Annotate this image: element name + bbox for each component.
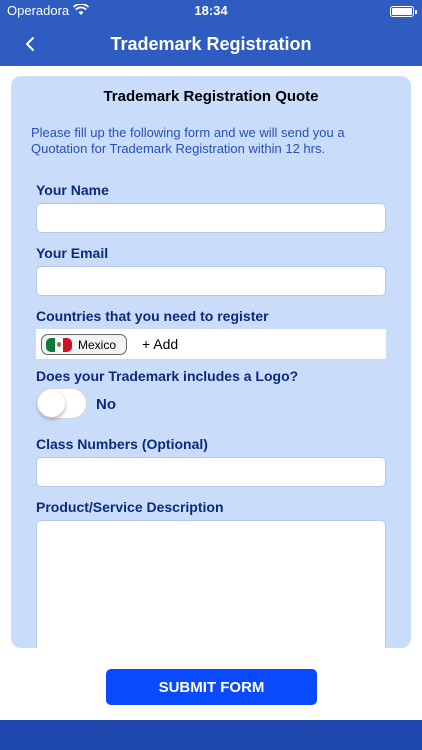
description-label: Product/Service Description (36, 499, 224, 515)
battery-icon (390, 6, 417, 17)
page-title: Trademark Registration (110, 34, 312, 54)
email-field-container (36, 266, 386, 296)
add-country-button[interactable]: + Add (142, 336, 178, 352)
country-chip-label: Mexico (78, 337, 117, 352)
logo-toggle-text: No (96, 396, 116, 413)
country-chip-mexico[interactable]: Mexico (41, 334, 127, 355)
name-input[interactable] (37, 204, 385, 232)
class-numbers-input[interactable] (37, 458, 385, 486)
logo-toggle[interactable] (36, 388, 87, 419)
name-label: Your Name (36, 182, 109, 198)
mexico-flag-icon (46, 337, 72, 352)
name-field-container (36, 203, 386, 233)
submit-form-button[interactable]: SUBMIT FORM (106, 669, 317, 705)
description-field-container (36, 520, 386, 648)
form-title: Trademark Registration Quote (103, 88, 319, 105)
email-label: Your Email (36, 245, 109, 261)
email-input[interactable] (37, 267, 385, 295)
clock: 18:34 (194, 3, 228, 18)
countries-field: Mexico + Add (36, 329, 386, 359)
description-textarea[interactable] (37, 521, 385, 648)
bottom-bar (0, 720, 422, 750)
quote-form-card: Trademark Registration Quote Please fill… (11, 76, 411, 648)
class-numbers-field-container (36, 457, 386, 487)
navigation-bar: Trademark Registration (0, 22, 422, 66)
class-numbers-label: Class Numbers (Optional) (36, 436, 208, 452)
status-bar: Operadora 18:34 (0, 0, 422, 22)
logo-question-label: Does your Trademark includes a Logo? (36, 368, 299, 384)
form-intro-text: Please fill up the following form and we… (31, 125, 345, 156)
toggle-knob (38, 390, 65, 417)
countries-label: Countries that you need to register (36, 308, 269, 324)
